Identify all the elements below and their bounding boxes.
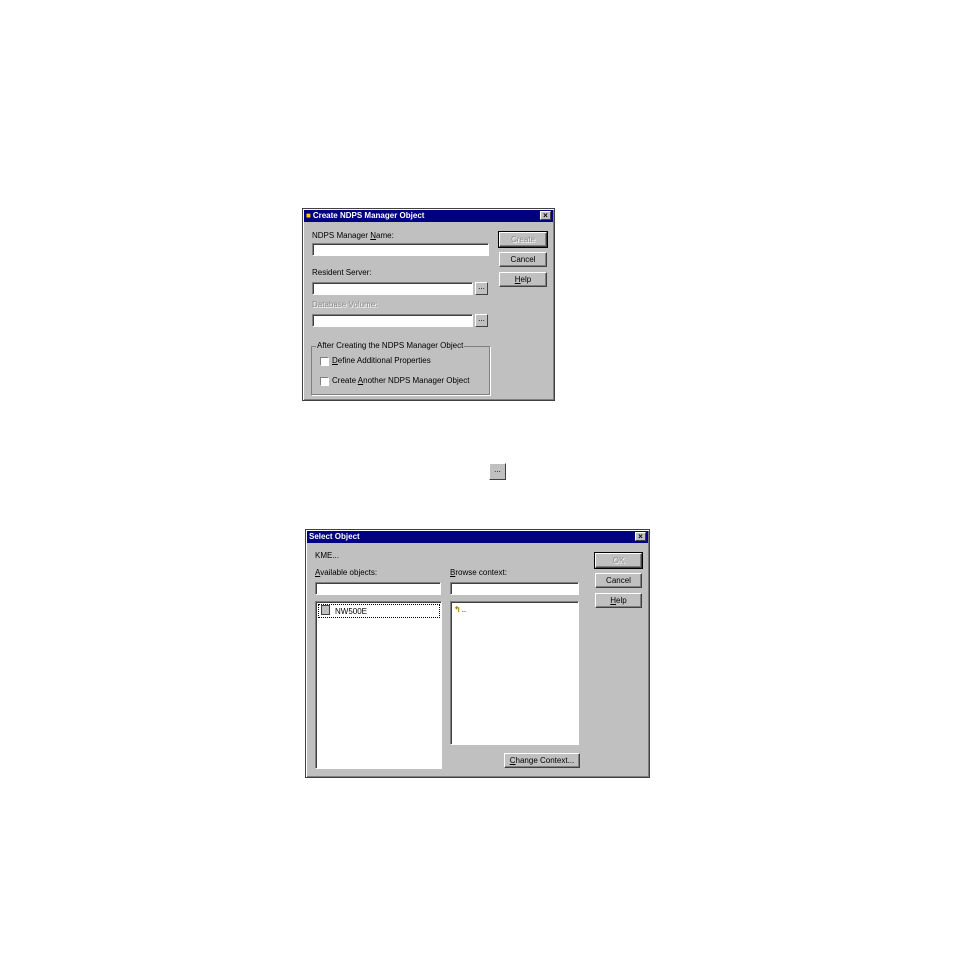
select-object-dialog: Select Object × KME... Available objects… — [305, 529, 650, 778]
database-volume-label: Database Volume: — [312, 300, 378, 309]
resident-server-browse-button[interactable]: ... — [475, 282, 488, 295]
resident-server-input[interactable] — [312, 282, 473, 295]
list-item[interactable]: NW500E — [318, 604, 440, 618]
help-button[interactable]: Help — [499, 272, 547, 287]
create-button[interactable]: Create — [498, 231, 548, 248]
cancel-button[interactable]: Cancel — [499, 252, 547, 267]
browse-filter-input[interactable] — [450, 582, 579, 595]
standalone-browse-button[interactable]: ... — [489, 463, 506, 480]
available-objects-list[interactable]: NW500E — [315, 601, 442, 769]
server-icon — [321, 605, 330, 615]
browse-context-list[interactable]: ↰.. — [450, 601, 579, 745]
available-objects-label: Available objects: — [315, 568, 378, 577]
manager-name-label: NDPS Manager Name: — [312, 231, 394, 240]
ok-button[interactable]: OK — [594, 552, 643, 569]
create-ndps-manager-dialog: ■ Create NDPS Manager Object × NDPS Manag… — [302, 208, 555, 401]
manager-name-input[interactable] — [312, 243, 489, 256]
cancel-button[interactable]: Cancel — [595, 573, 642, 588]
browse-item-label: .. — [461, 605, 467, 614]
context-path: KME... — [315, 551, 340, 560]
after-create-group-title: After Creating the NDPS Manager Object — [316, 341, 465, 351]
database-volume-input[interactable] — [312, 314, 473, 327]
create-another-checkbox[interactable] — [320, 377, 329, 386]
define-properties-checkbox[interactable] — [320, 357, 329, 366]
create-dialog-titlebar[interactable]: ■ Create NDPS Manager Object × — [304, 210, 553, 222]
create-dialog-title: Create NDPS Manager Object — [312, 211, 425, 220]
after-create-group: After Creating the NDPS Manager Object D… — [311, 341, 490, 395]
list-item[interactable]: ↰.. — [454, 605, 466, 615]
define-properties-label: Define Additional Properties — [332, 356, 431, 365]
select-dialog-title: Select Object — [309, 532, 360, 541]
create-another-label: Create Another NDPS Manager Object — [332, 376, 470, 385]
select-dialog-titlebar[interactable]: Select Object × — [307, 531, 648, 543]
available-item-label: NW500E — [335, 607, 368, 616]
browse-context-label: Browse context: — [450, 568, 507, 577]
close-icon[interactable]: × — [635, 532, 646, 541]
help-button[interactable]: Help — [595, 593, 642, 608]
close-icon[interactable]: × — [540, 211, 551, 220]
ndps-printer-icon: ■ — [306, 211, 311, 220]
change-context-button[interactable]: Change Context... — [504, 753, 580, 768]
resident-server-label: Resident Server: — [312, 268, 372, 277]
up-arrow-folder-icon: ↰ — [454, 605, 461, 614]
available-filter-input[interactable] — [315, 582, 441, 595]
database-volume-browse-button[interactable]: ... — [475, 314, 488, 327]
